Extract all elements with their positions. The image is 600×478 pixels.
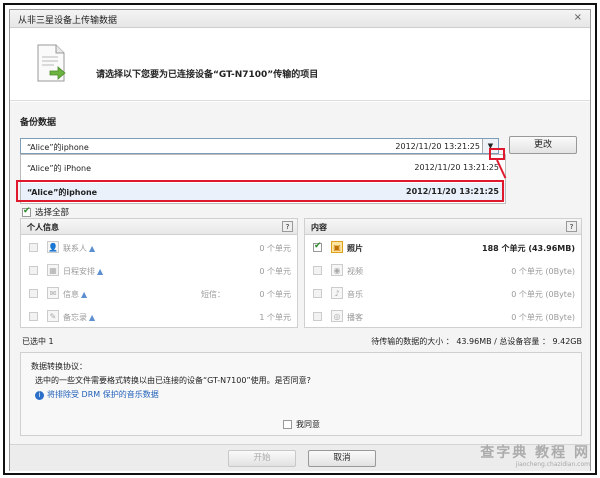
category-count: 0 个单元 (259, 267, 291, 276)
photo-icon: ▣ (331, 241, 343, 253)
select-all-checkbox[interactable]: 选择全部 (22, 206, 69, 218)
category-count: 0 个单元 (0Byte) (511, 267, 575, 276)
option-name: “Alice”的 iPhone (27, 164, 92, 173)
agree-checkbox[interactable]: 我同意 (283, 419, 320, 430)
conversion-agreement: 数据转换协议： 选中的一些文件需要格式转换以由已连接的设备“GT-N7100”使… (20, 352, 582, 436)
backup-select[interactable]: “Alice”的iphone 2012/11/20 13:21:25 ▼ (20, 138, 499, 154)
category-label: 信息 ▲ (63, 290, 88, 299)
category-note: 短信： (201, 290, 225, 299)
category-label: 照片 (347, 244, 363, 253)
warning-icon: ▲ (81, 290, 88, 299)
panel-header: 内容 ? (305, 219, 581, 235)
instruction-text: 请选择以下您要为已连接设备“GT-N7100”传输的项目 (96, 70, 319, 80)
category-count: 0 个单元 (259, 244, 291, 253)
category-label: 播客 (347, 313, 363, 322)
transfer-size-info: 待传输的数据的大小 ： 43.96MB / 总设备容量 ： 9.42GB (371, 337, 582, 346)
agreement-text: 选中的一些文件需要格式转换以由已连接的设备“GT-N7100”使用。是否同意? (35, 376, 311, 385)
checkbox[interactable] (29, 312, 38, 321)
highlight-box-arrow (489, 148, 505, 160)
option-date: 2012/11/20 13:21:25 (414, 163, 499, 172)
category-row-podcast[interactable]: ◎ 播客 0 个单元 (0Byte) (305, 306, 581, 328)
backup-selected-name: “Alice”的iphone (27, 143, 89, 152)
checkbox[interactable] (313, 266, 322, 275)
cancel-button[interactable]: 取消 (308, 450, 376, 467)
category-label: 音乐 (347, 290, 363, 299)
watermark-sub: jiaocheng.chazidian.com (515, 461, 590, 468)
checkbox[interactable] (313, 312, 322, 321)
memo-icon: ✎ (47, 310, 59, 322)
warning-icon: ▲ (97, 267, 104, 276)
transfer-dialog: 从非三星设备上传输数据 × 请选择以下您要为已连接设备“GT-N7100”传输的… (9, 9, 591, 471)
category-row-music[interactable]: ♪ 音乐 0 个单元 (0Byte) (305, 283, 581, 305)
checkbox-checked-icon[interactable] (313, 241, 322, 252)
dropdown-option[interactable]: “Alice”的 iPhone 2012/11/20 13:21:25 (21, 159, 505, 177)
category-row-memo[interactable]: ✎ 备忘录 ▲ 1 个单元 (21, 306, 297, 328)
category-label: 联系人 ▲ (63, 244, 96, 253)
category-count: 0 个单元 (0Byte) (511, 313, 575, 322)
category-count: 0 个单元 (0Byte) (511, 290, 575, 299)
dialog-header: 请选择以下您要为已连接设备“GT-N7100”传输的项目 (10, 29, 590, 101)
window-title: 从非三星设备上传输数据 (18, 16, 118, 26)
checkbox[interactable] (29, 243, 38, 252)
backup-selected-date: 2012/11/20 13:21:25 (395, 142, 480, 151)
message-icon: ✉ (47, 287, 59, 299)
close-icon[interactable]: × (574, 12, 582, 23)
agreement-title: 数据转换协议： (31, 362, 87, 371)
highlight-box-option (16, 180, 504, 202)
select-all-label: 选择全部 (35, 208, 70, 218)
category-label: 备忘录 ▲ (63, 313, 96, 322)
category-count: 188 个单元 (43.96MB) (482, 244, 575, 253)
category-label: 日程安排 ▲ (63, 267, 104, 276)
change-button[interactable]: 更改 (509, 136, 577, 154)
checkbox-unchecked-icon (283, 420, 292, 429)
checkbox[interactable] (29, 289, 38, 298)
category-count: 1 个单元 (259, 313, 291, 322)
agree-label: 我同意 (296, 420, 320, 429)
dialog-body: 备份数据 “Alice”的iphone 2012/11/20 13:21:25 … (10, 102, 590, 444)
personal-info-panel: 个人信息 ? 👤 联系人 ▲ 0 个单元 ▦ 日程安排 ▲ 0 个单元 ✉ 信息… (20, 218, 298, 328)
video-icon: ◉ (331, 264, 343, 276)
category-row-contacts[interactable]: 👤 联系人 ▲ 0 个单元 (21, 237, 297, 259)
category-row-messages[interactable]: ✉ 信息 ▲ 短信： 0 个单元 (21, 283, 297, 305)
contacts-icon: 👤 (47, 241, 59, 253)
category-label: 视频 (347, 267, 363, 276)
checkbox[interactable] (313, 289, 322, 298)
watermark-main: 查字典 教程 网 (480, 445, 590, 461)
start-button[interactable]: 开始 (228, 450, 296, 467)
warning-icon: ▲ (89, 313, 96, 322)
document-transfer-icon (37, 44, 66, 82)
drm-exclusion-link[interactable]: i 将排除受 DRM 保护的音乐数据 (35, 389, 159, 400)
panel-title: 个人信息 (27, 223, 59, 232)
category-row-calendar[interactable]: ▦ 日程安排 ▲ 0 个单元 (21, 260, 297, 282)
title-bar: 从非三星设备上传输数据 × (10, 10, 590, 28)
backup-data-label: 备份数据 (20, 118, 57, 128)
calendar-icon: ▦ (47, 264, 59, 276)
panel-header: 个人信息 ? (21, 219, 297, 235)
help-icon[interactable]: ? (566, 221, 577, 232)
content-panel: 内容 ? ▣ 照片 188 个单元 (43.96MB) ◉ 视频 0 个单元 (… (304, 218, 582, 328)
category-count: 0 个单元 (259, 290, 291, 299)
site-watermark: 查字典 教程 网 jiaocheng.chazidian.com (470, 442, 590, 468)
category-row-photos[interactable]: ▣ 照片 188 个单元 (43.96MB) (305, 237, 581, 259)
panel-title: 内容 (311, 223, 327, 232)
category-row-video[interactable]: ◉ 视频 0 个单元 (0Byte) (305, 260, 581, 282)
selected-count: 已选中 1 (22, 337, 54, 346)
checkbox-checked-icon (22, 206, 31, 217)
info-icon: i (35, 391, 44, 400)
music-icon: ♪ (331, 287, 343, 299)
help-icon[interactable]: ? (282, 221, 293, 232)
warning-icon: ▲ (89, 244, 96, 253)
podcast-icon: ◎ (331, 310, 343, 322)
checkbox[interactable] (29, 266, 38, 275)
screenshot-frame: 从非三星设备上传输数据 × 请选择以下您要为已连接设备“GT-N7100”传输的… (3, 3, 597, 475)
